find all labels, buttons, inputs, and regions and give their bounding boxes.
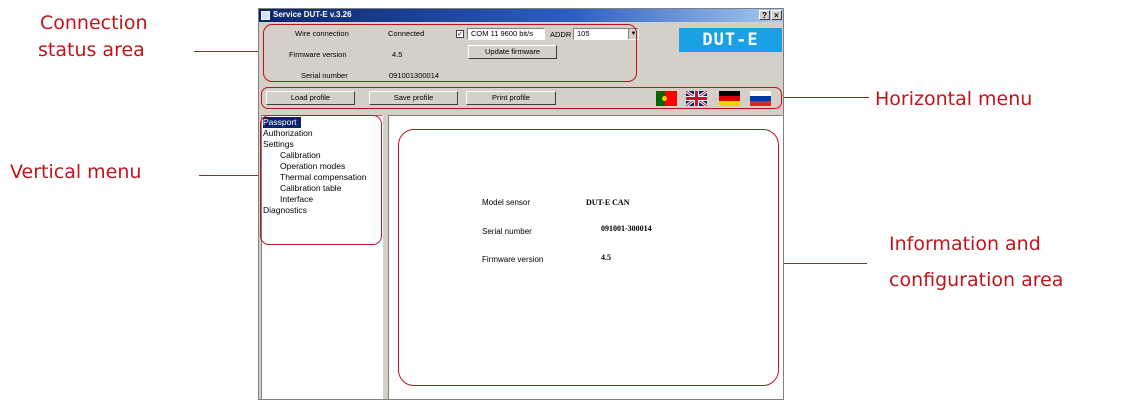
connection-status-leader-line <box>194 51 262 52</box>
information-area-highlight <box>398 129 779 386</box>
annotation-horizontal-menu: Horizontal menu <box>875 88 1033 110</box>
dut-e-logo: DUT-E <box>679 28 782 52</box>
app-icon <box>261 11 270 20</box>
help-button[interactable]: ? <box>759 10 770 20</box>
connection-status-highlight <box>263 24 637 82</box>
annotation-info-area: Information and configuration area <box>889 231 1063 294</box>
horizontal-menu-leader-line <box>783 97 869 98</box>
vertical-menu-leader-line <box>199 175 261 176</box>
annotation-connection-status-line1: Connection <box>40 12 148 34</box>
annotation-connection-status-line2: status area <box>38 39 145 61</box>
annotation-connection-status: Connection status area <box>38 10 188 64</box>
window-title: Service DUT-E v.3.26 <box>273 10 352 19</box>
vertical-menu-highlight <box>260 115 382 245</box>
close-button[interactable]: × <box>771 10 782 20</box>
info-area-leader-line <box>777 263 867 264</box>
annotation-vertical-menu: Vertical menu <box>10 161 142 183</box>
app-window: Service DUT-E v.3.26 ? × Wire connection… <box>258 8 784 400</box>
annotation-info-area-line1: Information and <box>889 233 1041 255</box>
annotation-info-area-line2: configuration area <box>889 269 1064 291</box>
title-bar[interactable]: Service DUT-E v.3.26 ? × <box>259 9 783 22</box>
horizontal-menu-highlight <box>261 87 782 109</box>
